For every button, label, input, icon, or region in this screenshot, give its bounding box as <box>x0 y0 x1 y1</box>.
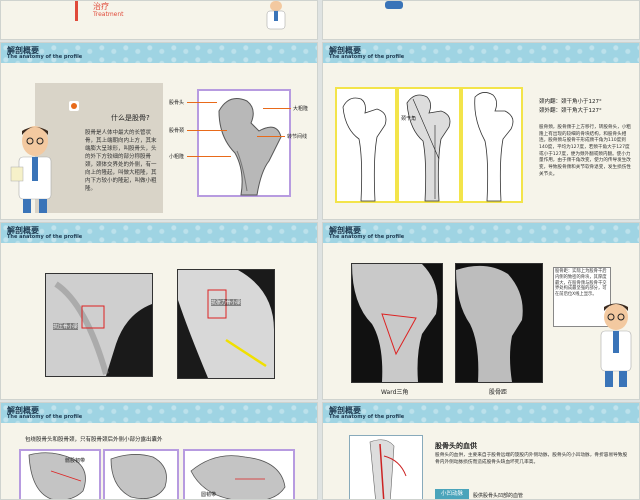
header-subtitle: The anatomy of the profile <box>329 54 405 60</box>
doctor-figure <box>265 1 287 31</box>
label-iliofemoral-ligament: 髂股韧带 <box>65 458 86 464</box>
pointer-line <box>257 136 285 137</box>
slide-treatment-left[interactable]: 治疗 Treatment <box>0 0 318 40</box>
header-subtitle: The anatomy of the profile <box>7 414 83 420</box>
xray-image-tension <box>177 269 275 379</box>
slide-ward-triangle[interactable]: 解剖概要 The anatomy of the profile Ward三角 股… <box>322 222 640 400</box>
slide-header: 解剖概要 The anatomy of the profile <box>1 43 317 63</box>
label-femoral-head: 股骨头 <box>169 100 185 106</box>
header-subtitle: The anatomy of the profile <box>329 234 405 240</box>
label-greater-trochanter: 大粗隆 <box>293 106 309 112</box>
slide-header: 解剖概要 The anatomy of the profile <box>1 223 317 243</box>
slide-header: 解剖概要 The anatomy of the profile <box>1 403 317 423</box>
slide-grid: 治疗 Treatment 解剖概要 The anatomy of the pro… <box>0 0 640 500</box>
xray-ward-triangle <box>351 263 443 383</box>
blood-supply-description: 股骨头的血供，主要来自于股骨远端的旋股内外侧动脉，股骨头的小凹动脉，骨折容易导致… <box>435 453 628 465</box>
slide-blood-supply[interactable]: 解剖概要 The anatomy of the profile 股骨头的血供 股… <box>322 402 640 500</box>
diagram-normal-frame <box>397 87 461 203</box>
caption-ward-triangle: Ward三角 <box>381 389 409 396</box>
capsule-caption: 包绕股骨头和股骨颈，只有股骨颈后外侧小部分露出囊外 <box>25 437 163 443</box>
slide-femur-intro[interactable]: 解剖概要 The anatomy of the profile 什么是股骨? 股… <box>0 42 318 220</box>
xray-calcar <box>455 263 543 383</box>
doctor-figure <box>383 1 405 11</box>
capsule-image-1 <box>19 449 101 499</box>
treatment-subtitle: Treatment <box>93 11 124 18</box>
slide-header: 解剖概要 The anatomy of the profile <box>323 43 639 63</box>
doctor-figure <box>10 123 61 215</box>
header-subtitle: The anatomy of the profile <box>7 54 83 60</box>
red-marker <box>75 1 78 21</box>
label-compression-trabeculae: 抗压骨小梁 <box>53 323 79 330</box>
label-tension-trabeculae: 抗张力骨小梁 <box>211 299 242 306</box>
slide-trabeculae[interactable]: 解剖概要 The anatomy of the profile 抗压骨小梁 抗张… <box>0 222 318 400</box>
header-subtitle: The anatomy of the profile <box>7 234 83 240</box>
slide-header: 解剖概要 The anatomy of the profile <box>323 403 639 423</box>
header-subtitle: The anatomy of the profile <box>329 414 405 420</box>
tag-fovea-artery: 小凹动脉 <box>435 489 469 499</box>
slide-neck-shaft-angle[interactable]: 解剖概要 The anatomy of the profile 颈干角 颈内翻：… <box>322 42 640 220</box>
pointer-line <box>187 130 227 131</box>
angle-varus-text: 颈内翻：颈干角小于127° <box>539 99 602 105</box>
blood-supply-image <box>349 435 423 499</box>
angle-valgus-text: 颈外翻：颈干角大于127° <box>539 108 602 114</box>
neck-description: 股骨颈，股骨颈于上方移行，转股骨头，小粗隆上有出现的较细的骨块结构，和股骨头相连… <box>539 125 631 177</box>
slide-treatment-right[interactable] <box>322 0 640 40</box>
pointer-line <box>187 102 217 103</box>
capsule-image-3 <box>183 449 295 499</box>
label-femoral-neck: 股骨颈 <box>169 128 185 134</box>
doctor-figure <box>595 301 637 391</box>
capsule-image-2 <box>103 449 179 499</box>
caption-calcar: 股骨距 <box>489 389 508 396</box>
label-round-ligament: 圆韧带 <box>201 492 217 498</box>
diagram-valgus-frame <box>461 87 523 203</box>
blood-supply-heading: 股骨头的血供 <box>435 442 477 450</box>
slide-joint-capsule[interactable]: 解剖概要 The anatomy of the profile 包绕股骨头和股骨… <box>0 402 318 500</box>
femur-description: 股骨是人体中最大的长管状骨，其上端朝向内上方，其末端膨大呈球形，叫股骨头，头的外… <box>85 130 157 192</box>
pointer-line <box>263 108 291 109</box>
label-intertrochanteric-line: 转节间线 <box>287 134 308 140</box>
calcar-note: 股骨距：实际上为股骨干后内侧的致密的骨块，其厚度最大，在股骨颈与股骨干交界处构成… <box>555 269 607 298</box>
diagram-varus-frame <box>335 87 397 203</box>
femur-icon <box>69 101 79 111</box>
tag-fovea-description: 股供股骨头凹部的血管 <box>473 493 524 499</box>
femur-image-frame <box>197 89 291 197</box>
slide-header: 解剖概要 The anatomy of the profile <box>323 223 639 243</box>
question-text: 什么是股骨? <box>111 114 150 122</box>
pointer-line <box>187 156 231 157</box>
label-neck-shaft-angle: 颈干角 <box>401 116 417 122</box>
label-lesser-trochanter: 小粗隆 <box>169 154 185 160</box>
